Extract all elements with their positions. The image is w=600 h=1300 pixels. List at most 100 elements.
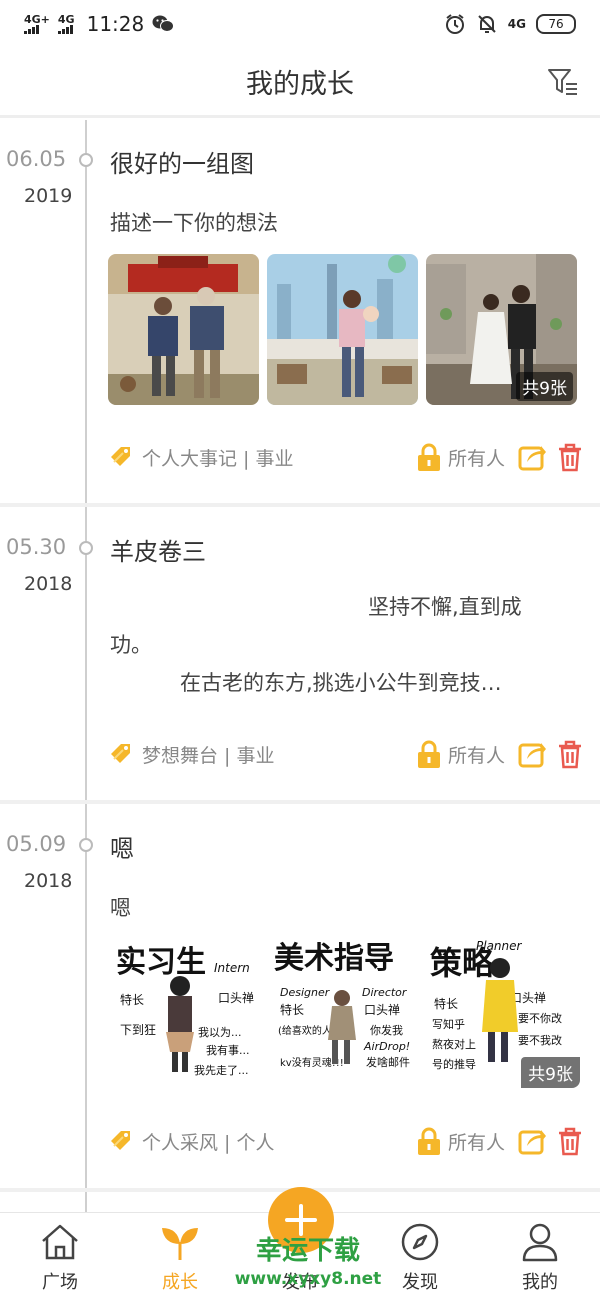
banner-text: 号的推导 (432, 1057, 476, 1071)
share-icon[interactable] (517, 739, 547, 769)
signal-indicator-1: 4G+ (24, 14, 50, 34)
sprout-icon (162, 1228, 198, 1260)
photo-grid: 共9张 (108, 254, 577, 405)
banner-text: 熬夜对上 (432, 1037, 476, 1051)
banner-text: (给喜欢的人) (278, 1024, 336, 1037)
trash-icon[interactable] (557, 442, 583, 472)
banner-text: 特长 (120, 992, 144, 1007)
entry-tags: 个人采风 | 个人 (142, 1131, 275, 1154)
entry-description: 描述一下你的想法 (110, 211, 278, 235)
filter-icon[interactable] (546, 66, 580, 100)
entry-date: 05.30 (6, 535, 67, 559)
banner-text: Designer (280, 986, 331, 999)
timeline-line (85, 120, 87, 1215)
banner-text: 特长 (280, 1002, 304, 1017)
publish-button[interactable] (268, 1187, 334, 1253)
entry-date: 05.09 (6, 832, 67, 856)
nav-label: 我的 (522, 1272, 558, 1293)
description-line: 在古老的东方,挑选小公牛到竞技… (180, 671, 502, 695)
description-line: 功。 (110, 633, 152, 657)
banner-text: 我有事... (206, 1043, 250, 1057)
entry-tags: 个人大事记 | 事业 (142, 447, 294, 470)
banner-text: 实习生 (116, 945, 206, 980)
nav-label: 成长 (162, 1272, 198, 1293)
privacy-label[interactable]: 所有人 (448, 1128, 505, 1155)
nav-item-discover[interactable]: 发现 (360, 1213, 480, 1300)
page-title: 我的成长 (246, 69, 354, 100)
banner-text: Director (362, 986, 408, 999)
tag-icon (111, 744, 130, 763)
photo-thumbnail[interactable]: 共9张 (426, 254, 577, 405)
entry-year: 2018 (24, 573, 73, 595)
photo-count-badge: 共9张 (521, 1057, 580, 1088)
banner-text: Intern (214, 961, 250, 975)
photo-thumbnail[interactable] (108, 254, 259, 405)
home-icon (42, 1224, 78, 1260)
entry-meta-bar: 个人采风 | 个人 所有人 (108, 1124, 583, 1158)
nav-label: 广场 (42, 1272, 78, 1293)
nav-item-mine[interactable]: 我的 (480, 1213, 600, 1300)
banner-text: 要不你改 (518, 1011, 562, 1025)
banner-text: AirDrop! (363, 1040, 410, 1053)
tag-icon (111, 1131, 130, 1150)
page-header: 我的成长 (0, 48, 600, 118)
entry-divider (0, 800, 600, 804)
banner-text: 口头禅 (218, 991, 254, 1005)
illustration-image: 实习生 Intern 特长 口头禅 下到狂 我以为... 我有事... 我先走了… (116, 939, 562, 1077)
illustration-banner[interactable]: 实习生 Intern 特长 口头禅 下到狂 我以为... 我有事... 我先走了… (108, 936, 580, 1088)
trash-icon[interactable] (557, 1126, 583, 1156)
entry-description: 嗯 (110, 896, 131, 920)
description-line: 坚持不懈,直到成 (368, 595, 522, 619)
timeline-dot (79, 153, 93, 167)
nav-item-plaza[interactable]: 广场 (0, 1213, 120, 1300)
share-icon[interactable] (517, 1126, 547, 1156)
alarm-icon (445, 14, 464, 34)
entry-year: 2019 (24, 185, 73, 207)
plus-icon (285, 1204, 317, 1236)
entry-divider (0, 503, 600, 507)
banner-text: Planner (476, 939, 523, 953)
entry-date: 06.05 (6, 147, 67, 171)
banner-text: 要不我改 (518, 1033, 562, 1047)
banner-text: 下到狂 (120, 1023, 156, 1037)
battery-indicator: 76 (536, 14, 576, 34)
nav-item-growth[interactable]: 成长 (120, 1213, 240, 1300)
timeline-dot (79, 541, 93, 555)
entry-tags: 梦想舞台 | 事业 (142, 744, 275, 767)
banner-text: 我以为... (198, 1026, 242, 1039)
status-bar: 4G+ 4G 11:28 4G 76 (0, 0, 600, 48)
entry-meta-bar: 个人大事记 | 事业 所有人 (108, 440, 583, 474)
photo-thumbnail[interactable] (267, 254, 418, 405)
wechat-icon (152, 15, 175, 32)
banner-text: 特长 (434, 996, 458, 1011)
person-icon (522, 1223, 558, 1262)
tag-icon (111, 447, 130, 466)
nav-label: 发现 (402, 1272, 438, 1293)
share-icon[interactable] (517, 442, 547, 472)
signal-indicator-2: 4G (57, 14, 75, 34)
entry-year: 2018 (24, 870, 73, 892)
banner-text: 你发我 (370, 1023, 403, 1037)
trash-icon[interactable] (557, 739, 583, 769)
lock-icon[interactable] (416, 739, 442, 769)
nav-label: 发布 (282, 1272, 318, 1293)
timeline-dot (79, 838, 93, 852)
entry-title[interactable]: 很好的一组图 (110, 144, 254, 179)
network-type: 4G (507, 17, 526, 31)
privacy-label[interactable]: 所有人 (448, 444, 505, 471)
banner-text: 发啥邮件 (366, 1055, 410, 1069)
entry-description: 坚持不懈,直到成 功。 在古老的东方,挑选小公牛到竞技… (110, 588, 580, 702)
banner-text: 我先走了... (194, 1064, 249, 1077)
privacy-label[interactable]: 所有人 (448, 741, 505, 768)
photo-count-badge: 共9张 (516, 372, 573, 401)
mute-bell-icon (478, 15, 496, 33)
entry-title[interactable]: 羊皮卷三 (110, 532, 206, 567)
bottom-nav: 广场 成长 发布 发现 我的 (0, 1187, 600, 1300)
lock-icon[interactable] (416, 442, 442, 472)
entry-meta-bar: 梦想舞台 | 事业 所有人 (108, 737, 583, 771)
compass-icon (401, 1223, 439, 1261)
lock-icon[interactable] (416, 1126, 442, 1156)
entry-title[interactable]: 嗯 (110, 829, 134, 864)
status-time: 11:28 (86, 12, 145, 36)
banner-text: 口头禅 (364, 1003, 400, 1017)
